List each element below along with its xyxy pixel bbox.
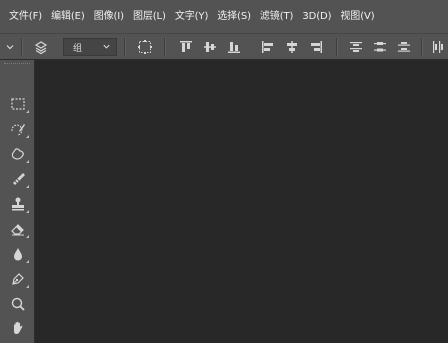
auto-select-toggle[interactable] xyxy=(30,34,52,60)
transform-controls-toggle[interactable] xyxy=(134,34,156,60)
align-vertical-center-icon xyxy=(204,42,216,52)
blur-tool[interactable] xyxy=(4,243,32,265)
clone-stamp-tool[interactable] xyxy=(4,193,32,215)
auto-select-target-value: 组 xyxy=(73,43,83,54)
align-left-icon xyxy=(262,41,273,53)
distribute-left-button[interactable] xyxy=(430,34,446,60)
options-bar: 组 xyxy=(0,33,448,60)
zoom-tool[interactable] xyxy=(4,293,32,315)
align-vertical-centers-button[interactable] xyxy=(201,34,219,60)
eraser-icon xyxy=(11,224,24,236)
menu-select[interactable]: 选择(S) xyxy=(217,0,251,33)
align-horizontal-centers-button[interactable] xyxy=(283,34,301,60)
options-separator xyxy=(164,38,166,56)
menu-file[interactable]: 文件(F) xyxy=(9,0,42,33)
pen-tool[interactable] xyxy=(4,268,32,290)
distribute-bottom-icon xyxy=(398,42,410,52)
transform-controls-icon xyxy=(138,40,152,54)
tool-flyout-indicator xyxy=(26,185,29,188)
options-separator xyxy=(421,38,423,56)
align-left-edges-button[interactable] xyxy=(259,34,277,60)
distribute-top-button[interactable] xyxy=(347,34,365,60)
distribute-top-icon xyxy=(350,42,362,52)
rectangular-marquee-icon xyxy=(11,98,25,110)
tool-flyout-indicator xyxy=(26,235,29,238)
pen-icon xyxy=(12,273,24,285)
options-separator xyxy=(336,38,338,56)
hand-icon xyxy=(14,321,23,334)
options-separator xyxy=(124,38,126,56)
menu-view[interactable]: 视图(V) xyxy=(340,0,374,33)
auto-select-target-select[interactable]: 组 xyxy=(63,38,117,56)
tool-flyout-indicator xyxy=(26,160,29,163)
menu-bar: 文件(F) 编辑(E) 图像(I) 图层(L) 文字(Y) 选择(S) 滤镜(T… xyxy=(0,0,448,33)
tools-panel xyxy=(0,60,35,343)
align-bottom-edges-button[interactable] xyxy=(225,34,243,60)
align-right-icon xyxy=(311,41,322,53)
tool-preset-dropdown[interactable] xyxy=(2,34,18,60)
brush-tool[interactable] xyxy=(4,168,32,190)
tool-flyout-indicator xyxy=(26,110,29,113)
chevron-down-icon xyxy=(102,42,111,51)
distribute-vertical-center-icon xyxy=(374,42,386,52)
align-horizontal-center-icon xyxy=(287,41,297,53)
document-canvas-area[interactable] xyxy=(35,60,448,343)
zoom-icon xyxy=(11,297,25,311)
distribute-vertical-centers-button[interactable] xyxy=(371,34,389,60)
align-top-edges-button[interactable] xyxy=(177,34,195,60)
hand-tool[interactable] xyxy=(4,317,32,339)
menu-type[interactable]: 文字(Y) xyxy=(175,0,209,33)
distribute-left-icon xyxy=(433,41,443,53)
tool-flyout-indicator xyxy=(26,285,29,288)
rectangular-marquee-tool[interactable] xyxy=(4,93,32,115)
align-right-edges-button[interactable] xyxy=(307,34,325,60)
panel-grip[interactable] xyxy=(4,63,30,68)
brush-icon xyxy=(13,173,25,185)
align-bottom-icon xyxy=(228,42,240,53)
menu-edit[interactable]: 编辑(E) xyxy=(51,0,85,33)
tool-flyout-indicator xyxy=(26,210,29,213)
blur-icon xyxy=(14,248,22,261)
chevron-down-icon xyxy=(6,45,14,50)
menu-3d[interactable]: 3D(D) xyxy=(302,0,331,33)
options-separator xyxy=(21,38,23,56)
eraser-tool[interactable] xyxy=(4,218,32,240)
align-top-icon xyxy=(180,41,192,52)
layers-stack-icon xyxy=(34,41,48,55)
distribute-bottom-button[interactable] xyxy=(395,34,413,60)
spot-healing-brush-icon xyxy=(11,148,24,160)
spot-healing-brush-tool[interactable] xyxy=(4,143,32,165)
menu-layer[interactable]: 图层(L) xyxy=(133,0,166,33)
menu-filter[interactable]: 滤镜(T) xyxy=(260,0,294,33)
tool-flyout-indicator xyxy=(26,135,29,138)
quick-selection-icon xyxy=(11,124,25,136)
clone-stamp-icon xyxy=(12,197,24,211)
quick-selection-tool[interactable] xyxy=(4,118,32,140)
menu-image[interactable]: 图像(I) xyxy=(94,0,124,33)
tool-flyout-indicator xyxy=(26,260,29,263)
